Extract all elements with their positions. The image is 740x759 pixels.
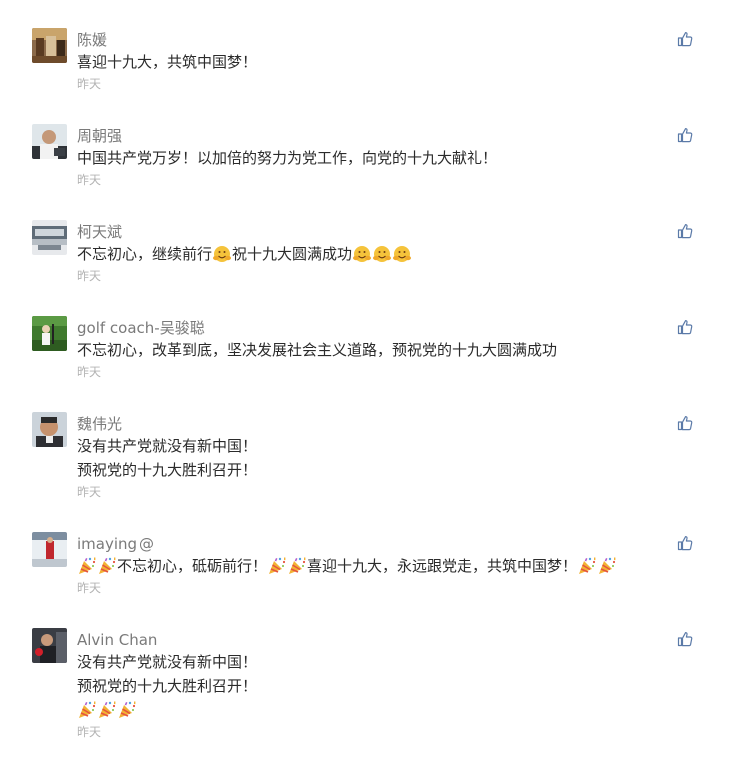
commenter-name[interactable]: imaying @ (77, 534, 154, 554)
comment-text-segment: 没有共产党就没有新中国！ (77, 437, 258, 455)
thumbs-up-icon (677, 320, 693, 339)
comment-time: 昨天 (77, 485, 102, 499)
commenter-name[interactable]: Alvin Chan (77, 630, 157, 650)
comment-text: 喜迎十九大，共筑中国梦！ (77, 50, 257, 74)
commenter-name[interactable]: 陈媛 (77, 30, 107, 50)
commenter-name-text: golf coach-吴骏聪 (77, 319, 205, 337)
thumbs-up-icon (677, 32, 693, 51)
like-button[interactable] (677, 631, 693, 647)
commenter-name[interactable]: 魏伟光 (77, 414, 122, 434)
comment-time: 昨天 (77, 581, 102, 595)
clapping-emoji (212, 244, 232, 264)
comment-text: 没有共产党就没有新中国！ 预祝党的十九大胜利召开！ (77, 650, 257, 722)
comment-text: 中国共产党万岁！以加倍的努力为党工作，向党的十九大献礼！ (77, 146, 497, 170)
comment-text-segment: 不忘初心，继续前行 (77, 245, 213, 263)
thumbs-up-icon (677, 128, 693, 147)
avatar[interactable] (32, 220, 67, 255)
commenter-name-text: 魏伟光 (77, 415, 123, 433)
thumbs-up-icon (677, 632, 693, 651)
name-suffix: @ (139, 535, 155, 553)
comment-line: 喜迎十九大，共筑中国梦！ (77, 50, 257, 74)
comment-time: 昨天 (77, 269, 102, 283)
comment-line: 不忘初心，继续前行 祝十九大圆满成功 (77, 242, 412, 266)
comment-line: 预祝党的十九大胜利召开！ (77, 458, 257, 482)
clapping-emoji (352, 244, 372, 264)
party-popper-emoji (97, 556, 117, 576)
party-popper-emoji (267, 556, 287, 576)
comment-line: 中国共产党万岁！以加倍的努力为党工作，向党的十九大献礼！ (77, 146, 497, 170)
comment-text: 不忘初心，改革到底，坚决发展社会主义道路，预祝党的十九大圆满成功 (77, 338, 557, 362)
thumbs-up-icon (677, 416, 693, 435)
comment-text-segment: 祝十九大圆满成功 (232, 245, 353, 263)
avatar[interactable] (32, 316, 67, 351)
like-button[interactable] (677, 319, 693, 335)
comment-text: 不忘初心，继续前行 祝十九大圆满成功 (77, 242, 412, 266)
comment-text-segment: 中国共产党万岁！以加倍的努力为党工作，向党的十九大献礼！ (77, 149, 498, 167)
comment-line: 没有共产党就没有新中国！ (77, 650, 257, 674)
comment-line: 没有共产党就没有新中国！ (77, 434, 257, 458)
clapping-emoji (392, 244, 412, 264)
commenter-name-text: 陈媛 (77, 31, 108, 49)
party-popper-emoji (77, 556, 97, 576)
thumbs-up-icon (677, 224, 693, 243)
commenter-name[interactable]: 周朝强 (77, 126, 122, 146)
comment-text: 没有共产党就没有新中国！ 预祝党的十九大胜利召开！ (77, 434, 257, 482)
commenter-name-text: 周朝强 (77, 127, 123, 145)
commenter-name-text: imaying (77, 535, 138, 553)
thumbs-up-icon (677, 536, 693, 555)
avatar[interactable] (32, 124, 67, 159)
comment-time: 昨天 (77, 173, 102, 187)
comment-text-segment: 不忘初心，砥砺前行！ (117, 557, 268, 575)
avatar[interactable] (32, 532, 67, 567)
like-button[interactable] (677, 415, 693, 431)
comment-text: 不忘初心，砥砺前行！ 喜迎十九大，永远跟党走，共筑中国梦！ (77, 554, 617, 578)
like-button[interactable] (677, 535, 693, 551)
party-popper-emoji (287, 556, 307, 576)
party-popper-emoji (117, 700, 137, 720)
comment-text-segment: 没有共产党就没有新中国！ (77, 653, 258, 671)
commenter-name-text: Alvin Chan (77, 631, 158, 649)
comment-text-segment: 喜迎十九大，共筑中国梦！ (77, 53, 258, 71)
comment-time: 昨天 (77, 365, 102, 379)
avatar[interactable] (32, 628, 67, 663)
comment-text-segment: 预祝党的十九大胜利召开！ (77, 461, 258, 479)
party-popper-emoji (77, 700, 97, 720)
clapping-emoji (372, 244, 392, 264)
party-popper-emoji (597, 556, 617, 576)
comment-time: 昨天 (77, 77, 102, 91)
party-popper-emoji (97, 700, 117, 720)
comment-line: 不忘初心，改革到底，坚决发展社会主义道路，预祝党的十九大圆满成功 (77, 338, 557, 362)
like-button[interactable] (677, 31, 693, 47)
party-popper-emoji (577, 556, 597, 576)
commenter-name[interactable]: golf coach-吴骏聪 (77, 318, 205, 338)
avatar[interactable] (32, 28, 67, 63)
comment-text-segment: 喜迎十九大，永远跟党走，共筑中国梦！ (307, 557, 578, 575)
comment-text-segment: 不忘初心，改革到底，坚决发展社会主义道路，预祝党的十九大圆满成功 (77, 341, 558, 359)
commenter-name[interactable]: 柯天斌 (77, 222, 122, 242)
commenter-name-text: 柯天斌 (77, 223, 123, 241)
like-button[interactable] (677, 127, 693, 143)
comment-line (77, 698, 257, 722)
comment-line: 预祝党的十九大胜利召开！ (77, 674, 257, 698)
comment-time: 昨天 (77, 725, 102, 739)
comment-text-segment: 预祝党的十九大胜利召开！ (77, 677, 258, 695)
like-button[interactable] (677, 223, 693, 239)
comment-line: 不忘初心，砥砺前行！ 喜迎十九大，永远跟党走，共筑中国梦！ (77, 554, 617, 578)
avatar[interactable] (32, 412, 67, 447)
